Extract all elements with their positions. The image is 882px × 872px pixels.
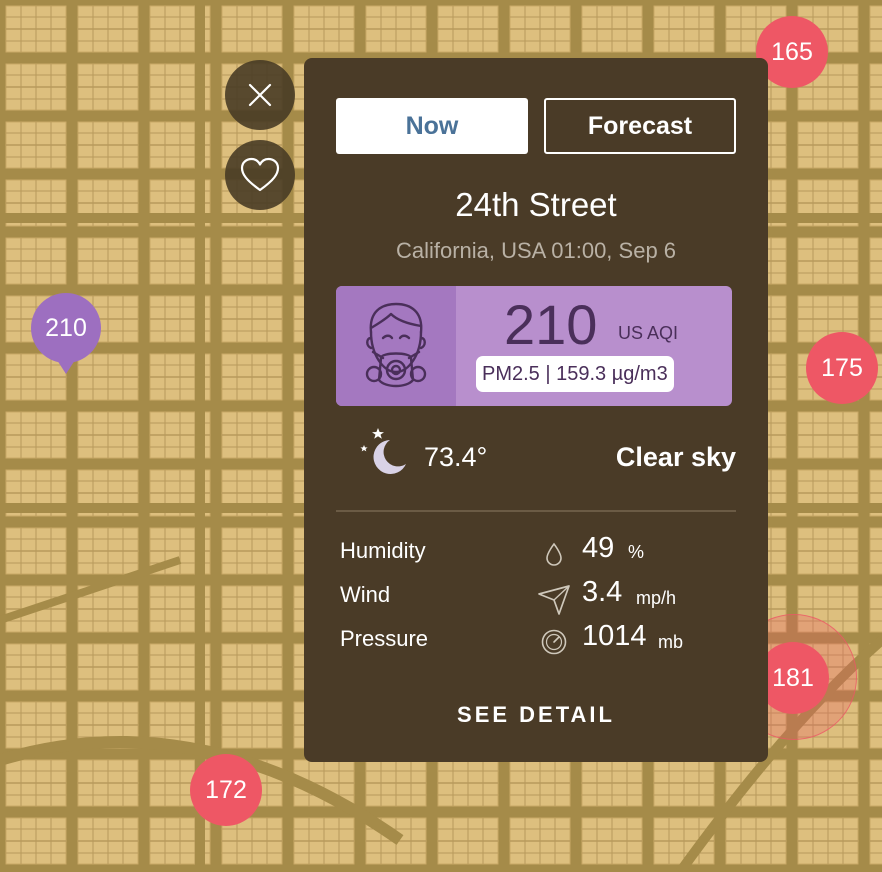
pollutant-reading: PM2.5 | 159.3 µg/m3 [476,356,674,392]
weather-row: 73.4° Clear sky [304,426,768,486]
pressure-label: Pressure [340,626,429,651]
aqi-marker-value: 175 [821,353,863,382]
wind-value: 3.4 [582,576,623,608]
tab-forecast[interactable]: Forecast [544,98,736,154]
wind-unit: mp/h [636,588,677,608]
humidity-unit: % [628,542,645,562]
droplet-icon [536,536,572,572]
gauge-icon [536,624,572,660]
aqi-marker[interactable]: 175 [806,332,878,404]
pressure-unit: mb [658,632,684,652]
heart-icon [240,157,280,192]
station-name: 24th Street [455,186,617,223]
face-mask-icon [365,302,427,388]
aqi-marker-value: 181 [772,663,814,692]
aqi-face-container [336,286,456,406]
tab-now[interactable]: Now [336,98,528,154]
aqi-card[interactable]: 210 US AQI PM2.5 | 159.3 µg/m3 [336,286,732,406]
wind-label: Wind [340,582,391,607]
close-button[interactable] [225,60,295,130]
favorite-button[interactable] [225,140,295,210]
close-icon [248,83,272,107]
weather-condition: Clear sky [615,442,736,472]
wind-direction-icon [536,582,572,618]
station-location-time: California, USA 01:00, Sep 6 [395,238,677,263]
divider [336,510,736,512]
humidity-label: Humidity [340,538,426,563]
aqi-marker-value: 172 [205,775,247,804]
humidity-value: 49 [582,532,615,564]
aqi-marker-selected[interactable]: 210 [31,293,101,374]
moon-stars-icon [360,428,406,474]
aqi-marker[interactable]: 172 [190,754,262,826]
aqi-marker-value: 210 [45,313,87,342]
pressure-value: 1014 [582,620,647,652]
station-popup: Now Forecast 24th Street California, USA… [304,58,768,762]
see-detail-button[interactable]: SEE DETAIL [304,702,768,728]
aqi-value: 210 [504,293,598,356]
temperature: 73.4° [424,442,488,472]
aqi-unit: US AQI [618,323,679,343]
aqi-marker-value: 165 [771,37,813,66]
